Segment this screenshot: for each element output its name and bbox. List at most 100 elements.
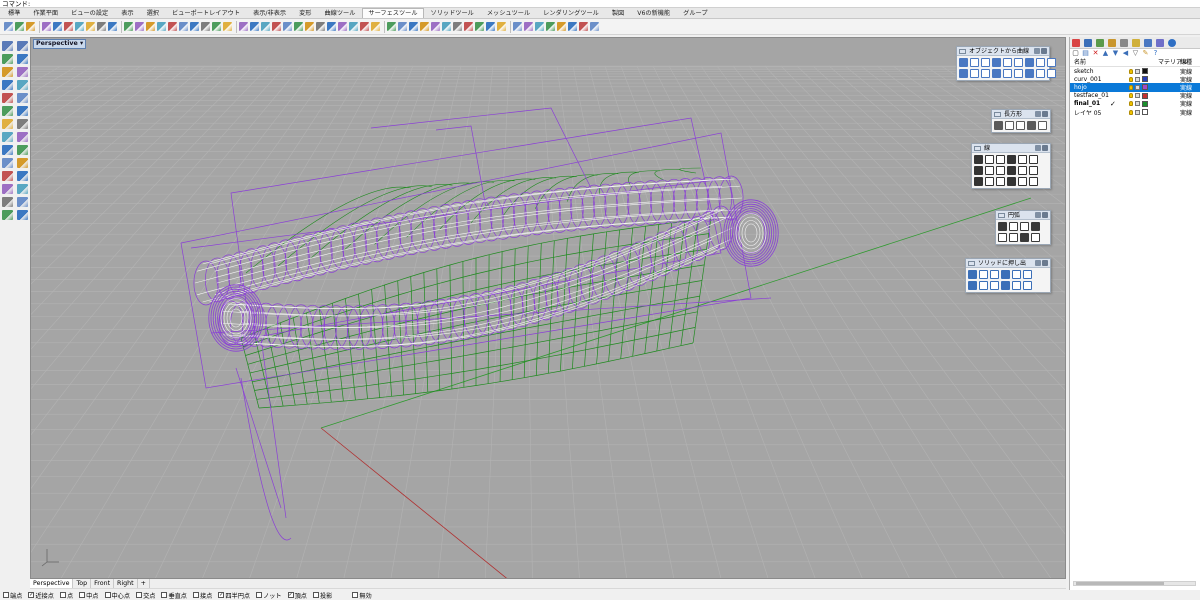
palette-tool-icon[interactable] xyxy=(1029,177,1038,186)
toolbar-tool-icon[interactable] xyxy=(157,22,166,31)
toolbar-tool-icon[interactable] xyxy=(453,22,462,31)
palette-tool-icon[interactable] xyxy=(959,58,968,67)
palette-title-bar[interactable]: 長方形 xyxy=(992,110,1050,119)
help-icon[interactable]: ? xyxy=(1152,50,1159,57)
palette-tool-icon[interactable] xyxy=(1047,69,1056,78)
toolbar-tool-icon[interactable] xyxy=(338,22,347,31)
left-tool-icon[interactable] xyxy=(2,132,13,142)
toolbar-tool-icon[interactable] xyxy=(261,22,270,31)
palette-tool-icon[interactable] xyxy=(1031,233,1040,242)
palette-tool-icon[interactable] xyxy=(968,281,977,290)
toolbar-tool-icon[interactable] xyxy=(327,22,336,31)
osnap-option[interactable]: 交点 xyxy=(136,591,155,600)
osnap-option[interactable]: 四半円点 xyxy=(218,591,250,600)
visibility-bulb-icon[interactable] xyxy=(1129,76,1133,82)
palette-tool-icon[interactable] xyxy=(1009,233,1018,242)
layers-tab-icon[interactable] xyxy=(1084,38,1092,47)
layer-color-swatch[interactable] xyxy=(1142,92,1148,99)
osnap-checkbox[interactable] xyxy=(3,592,9,598)
toolbar-tool-icon[interactable] xyxy=(179,22,188,31)
palette-tool-icon[interactable] xyxy=(996,177,1005,186)
toolbar-tool-icon[interactable] xyxy=(135,22,144,31)
palette-tool-icon[interactable] xyxy=(981,58,990,67)
toolbar-tool-icon[interactable] xyxy=(524,22,533,31)
visibility-bulb-icon[interactable] xyxy=(1129,109,1133,115)
palette-options-icon[interactable] xyxy=(1035,111,1041,117)
toolbar-tool-icon[interactable] xyxy=(212,22,221,31)
ribbon-tab[interactable]: ソリッドツール xyxy=(425,8,480,18)
palette-tool-icon[interactable] xyxy=(1018,177,1027,186)
osnap-checkbox[interactable] xyxy=(352,592,359,598)
left-tool-icon[interactable] xyxy=(17,106,28,116)
lock-icon[interactable] xyxy=(1135,76,1140,82)
toolbar-tool-icon[interactable] xyxy=(442,22,451,31)
osnap-checkbox[interactable] xyxy=(256,592,263,598)
left-tool-icon[interactable] xyxy=(17,171,28,181)
palette-tool-icon[interactable] xyxy=(985,155,994,164)
palette-tool-icon[interactable] xyxy=(1005,121,1014,130)
palette-tool-icon[interactable] xyxy=(1031,222,1040,231)
visibility-bulb-icon[interactable] xyxy=(1129,68,1133,74)
osnap-checkbox[interactable] xyxy=(136,592,143,598)
osnap-checkbox[interactable] xyxy=(312,592,319,598)
toolbar-tool-icon[interactable] xyxy=(398,22,407,31)
palette-tool-icon[interactable] xyxy=(1023,270,1032,279)
toolbar-tool-icon[interactable] xyxy=(294,22,303,31)
ribbon-tab[interactable]: 表示 xyxy=(115,8,139,18)
toolbar-tool-icon[interactable] xyxy=(86,22,95,31)
palette-tool-icon[interactable] xyxy=(1029,166,1038,175)
ribbon-tab[interactable]: 製図 xyxy=(606,8,630,18)
left-tool-icon[interactable] xyxy=(2,158,13,168)
left-tool-icon[interactable] xyxy=(2,106,13,116)
palette-tool-icon[interactable] xyxy=(1023,281,1032,290)
palette-tool-icon[interactable] xyxy=(1020,222,1029,231)
palette-tool-icon[interactable] xyxy=(998,222,1007,231)
palette-tool-icon[interactable] xyxy=(1018,166,1027,175)
viewport-tab[interactable]: Perspective xyxy=(30,579,74,588)
toolbar-tool-icon[interactable] xyxy=(26,22,35,31)
viewport-tab[interactable]: Top xyxy=(73,579,92,588)
visibility-bulb-icon[interactable] xyxy=(1129,84,1133,90)
move-up-icon[interactable]: ▲ xyxy=(1102,50,1109,57)
left-tool-icon[interactable] xyxy=(2,197,13,207)
palette-tool-icon[interactable] xyxy=(981,69,990,78)
osnap-checkbox[interactable] xyxy=(104,592,111,598)
palette-options-icon[interactable] xyxy=(1035,260,1041,266)
layer-color-swatch[interactable] xyxy=(1142,68,1148,75)
new-sublayer-icon[interactable]: ▤ xyxy=(1082,50,1089,57)
layer-row[interactable]: レイヤ 05 実線 xyxy=(1070,108,1200,117)
left-tool-icon[interactable] xyxy=(17,158,28,168)
palette-tool-icon[interactable] xyxy=(1029,155,1038,164)
toolbar-tool-icon[interactable] xyxy=(239,22,248,31)
palette-tool-icon[interactable] xyxy=(959,69,968,78)
palette-options-icon[interactable] xyxy=(1034,48,1040,54)
viewport-tab[interactable]: Front xyxy=(91,579,115,588)
palette-tool-icon[interactable] xyxy=(979,281,988,290)
lock-icon[interactable] xyxy=(1135,93,1140,99)
palette-tool-icon[interactable] xyxy=(1003,69,1012,78)
toolbar-tool-icon[interactable] xyxy=(53,22,62,31)
toolbar-tool-icon[interactable] xyxy=(387,22,396,31)
osnap-checkbox[interactable] xyxy=(161,592,168,598)
palette-tool-icon[interactable] xyxy=(1020,233,1029,242)
toolbar-tool-icon[interactable] xyxy=(464,22,473,31)
palette-title-bar[interactable]: オブジェクトから曲線 xyxy=(957,47,1049,56)
close-icon[interactable] xyxy=(1042,145,1048,151)
toolbar-tool-icon[interactable] xyxy=(486,22,495,31)
palette-tool-icon[interactable] xyxy=(996,155,1005,164)
palette-line[interactable]: 線 xyxy=(971,143,1051,189)
toolbar-tool-icon[interactable] xyxy=(190,22,199,31)
toolbar-tool-icon[interactable] xyxy=(360,22,369,31)
palette-tool-icon[interactable] xyxy=(1014,58,1023,67)
palette-tool-icon[interactable] xyxy=(985,166,994,175)
palette-tool-icon[interactable] xyxy=(1027,121,1036,130)
toolbar-tool-icon[interactable] xyxy=(108,22,117,31)
palette-tool-icon[interactable] xyxy=(970,69,979,78)
osnap-option[interactable]: 近接点 xyxy=(28,591,54,600)
palette-tool-icon[interactable] xyxy=(1009,222,1018,231)
toolbar-tool-icon[interactable] xyxy=(272,22,281,31)
palette-arc[interactable]: 円弧 xyxy=(995,210,1051,245)
left-tool-icon[interactable] xyxy=(2,119,13,129)
ribbon-tab[interactable]: 曲線ツール xyxy=(318,8,361,18)
ribbon-tab[interactable]: V6の新機能 xyxy=(631,8,676,18)
